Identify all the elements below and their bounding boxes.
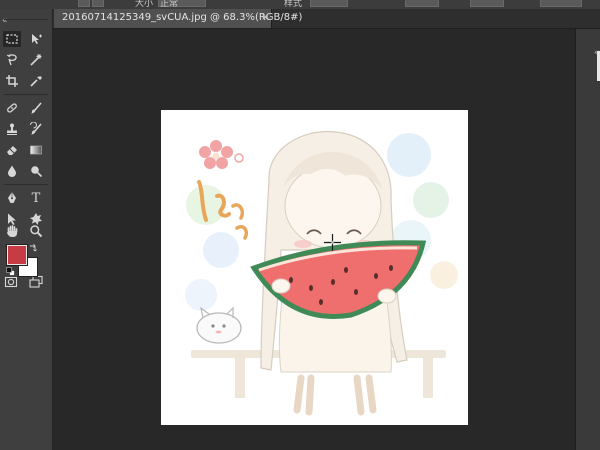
swap-colors-icon[interactable] [29, 243, 38, 252]
pen-tool-icon[interactable] [3, 190, 21, 206]
eyedropper-tool-icon[interactable] [27, 73, 45, 89]
zoom-tool-icon[interactable] [27, 223, 45, 239]
options-toggle[interactable] [92, 0, 104, 7]
artwork-illustration [185, 130, 458, 416]
toolbox-divider [4, 19, 48, 20]
options-toggle[interactable] [78, 0, 90, 7]
magic-wand-tool-icon[interactable] [27, 52, 45, 68]
toolbox-collapse-icon[interactable]: « [2, 16, 7, 26]
lasso-tool-icon[interactable] [3, 52, 21, 68]
type-tool-icon[interactable]: T [27, 190, 45, 206]
type-tool-glyph: T [31, 190, 41, 206]
move-tool-icon[interactable] [27, 31, 45, 47]
foreground-color-swatch[interactable] [7, 245, 27, 265]
eraser-tool-icon[interactable] [3, 142, 21, 158]
crosshair-cursor-icon [324, 234, 341, 251]
clone-stamp-tool-icon[interactable] [3, 121, 21, 137]
options-style-dropdown[interactable] [310, 0, 348, 7]
right-panel-strip: « [575, 29, 600, 450]
options-mode-value: 正常 [160, 0, 179, 9]
crop-tool-icon[interactable] [3, 73, 21, 89]
close-tab-icon[interactable]: × [261, 12, 269, 23]
document-tab-bar: 20160714125349_svCUA.jpg @ 68.3%(RGB/8#)… [53, 9, 600, 29]
blur-tool-icon[interactable] [3, 163, 21, 179]
toolbox-divider [4, 94, 48, 95]
dodge-tool-icon[interactable] [27, 163, 45, 179]
healing-brush-tool-icon[interactable] [3, 100, 21, 116]
document-tab[interactable]: 20160714125349_svCUA.jpg @ 68.3%(RGB/8#)… [54, 9, 302, 28]
flower-doodle [199, 140, 244, 169]
toolbox: « T [0, 9, 53, 450]
options-bar: 大小 正常 样式 [0, 0, 600, 9]
rectangular-marquee-tool-icon[interactable] [3, 31, 21, 47]
brush-tool-icon[interactable] [27, 100, 45, 116]
history-brush-tool-icon[interactable] [27, 121, 45, 137]
gradient-tool-icon[interactable] [27, 142, 45, 158]
bunny-doodle [196, 306, 242, 344]
options-refine-button[interactable] [540, 0, 582, 7]
options-height-field[interactable] [470, 0, 504, 7]
toolbox-divider [4, 184, 48, 185]
options-size-label: 大小 [135, 0, 154, 9]
options-style-label: 样式 [284, 0, 303, 9]
document-canvas[interactable] [161, 110, 468, 425]
options-width-field[interactable] [405, 0, 439, 7]
hand-tool-icon[interactable] [3, 223, 21, 239]
